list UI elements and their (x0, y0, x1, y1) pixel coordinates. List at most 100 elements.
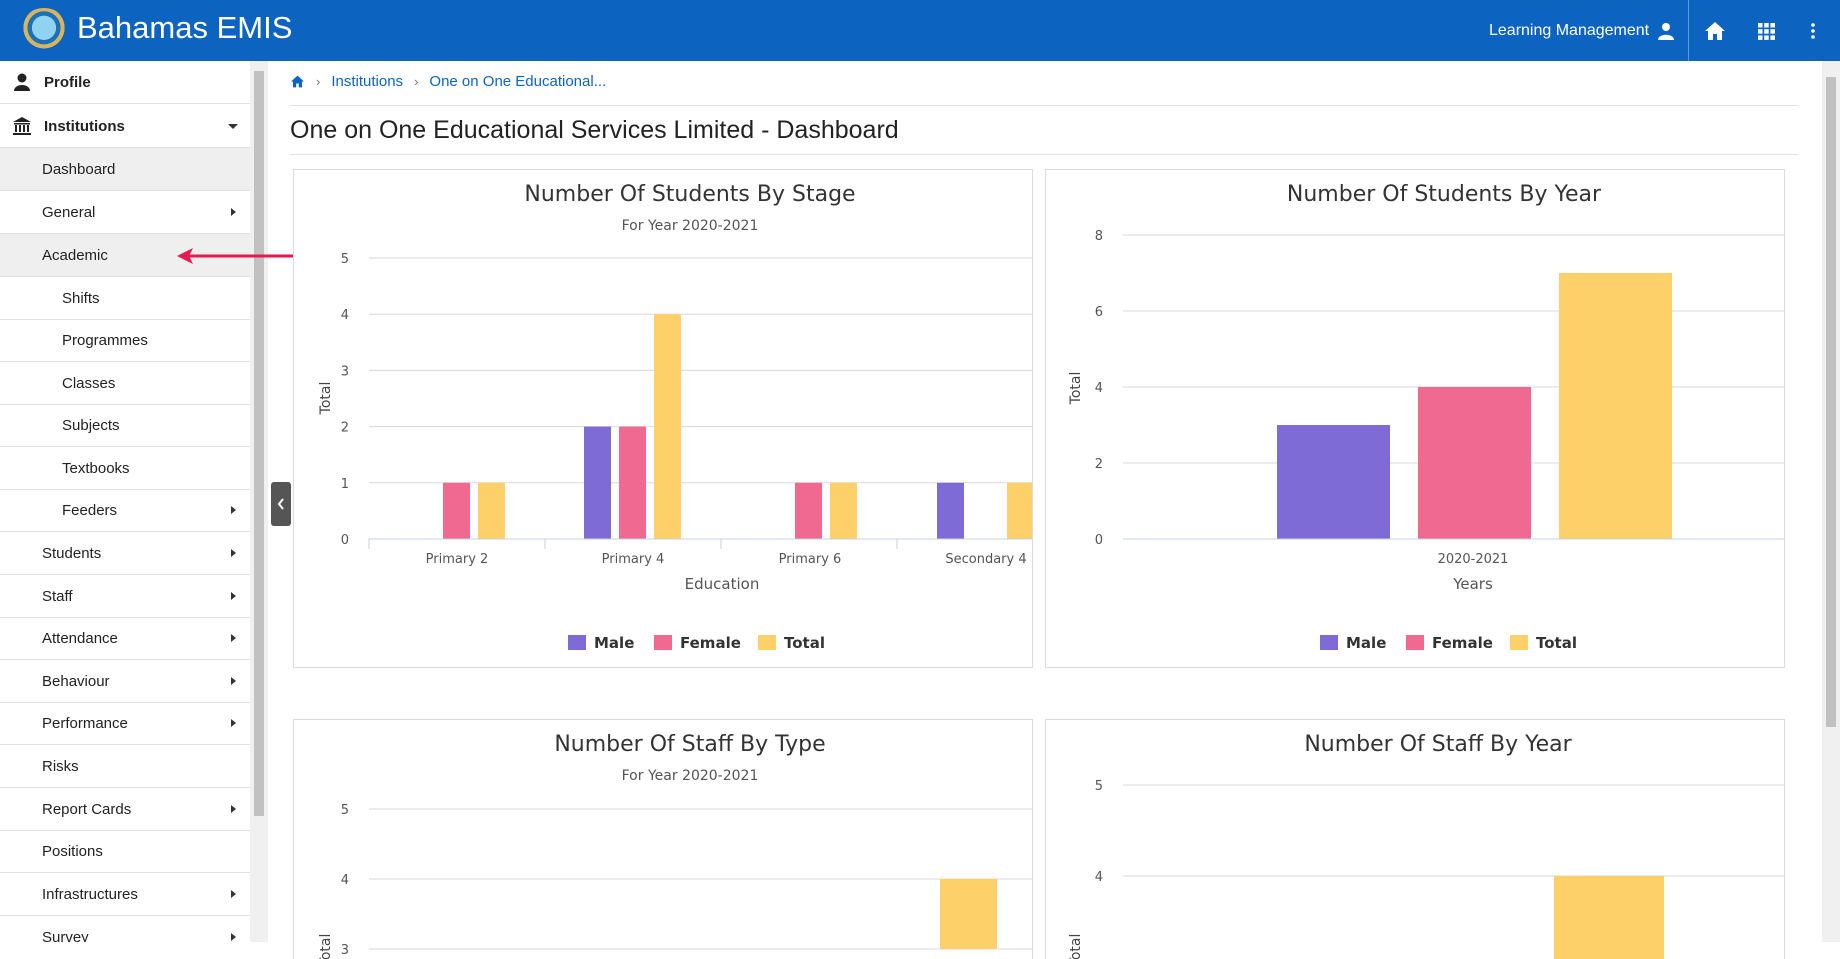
x-tick-label: Primary 6 (779, 552, 842, 567)
more-vertical-icon[interactable] (1796, 14, 1830, 48)
chevron-left-icon (277, 498, 284, 510)
y-tick-label: 4 (1095, 381, 1103, 396)
sidebar-item-subjects[interactable]: Subjects (0, 404, 250, 447)
y-tick-label: 0 (1095, 533, 1103, 548)
y-tick-label: 4 (1095, 870, 1103, 885)
bar-total (1007, 482, 1032, 539)
legend-label-female: Female (680, 634, 741, 652)
chart-students-by-year: Number Of Students By Year 0 2 4 6 8 Total 2020… (1068, 182, 1784, 652)
bar-total (940, 879, 997, 949)
sidebar-item-label: Students (42, 544, 102, 562)
sidebar-item-textbooks[interactable]: Textbooks (0, 447, 250, 490)
chevron-right-icon: › (414, 74, 419, 89)
breadcrumb-link-institutions[interactable]: Institutions (331, 73, 403, 90)
legend-swatch-male (1320, 635, 1338, 650)
breadcrumb-link-institution[interactable]: One on One Educational... (429, 73, 606, 90)
sidebar-item-label: Performance (42, 714, 128, 732)
y-axis-label: Total (1068, 372, 1084, 406)
sidebar-item-attendance[interactable]: Attendance (0, 617, 250, 660)
legend-swatch-total (758, 635, 776, 650)
chart-panel-staff-by-type: Number Of Staff By Type For Year 2020-202… (293, 719, 1033, 959)
sidebar-item-profile[interactable]: Profile (0, 61, 250, 104)
sidebar-item-survey[interactable]: Survey (0, 916, 250, 942)
sidebar-item-dashboard[interactable]: Dashboard (0, 148, 250, 191)
breadcrumb: › Institutions › One on One Educational.… (290, 73, 606, 90)
chart-students-by-stage: Number Of Students By Stage For Year 2020… (318, 182, 1032, 652)
sidebar-collapse-button[interactable] (271, 482, 291, 526)
sidebar-item-shifts[interactable]: Shifts (0, 277, 250, 320)
sidebar-item-label: Programmes (62, 331, 148, 349)
sidebar-item-label: Behaviour (42, 672, 110, 690)
legend-label-total: Total (1536, 634, 1577, 652)
y-tick-label: 4 (341, 308, 349, 323)
sidebar-item-label: Feeders (62, 501, 118, 519)
y-tick-label: 5 (341, 252, 349, 267)
sidebar-item-label: Academic (42, 246, 108, 264)
main-scrollbar[interactable] (1822, 61, 1840, 942)
user-menu-label[interactable]: Learning Management (1489, 22, 1649, 40)
sidebar-item-classes[interactable]: Classes (0, 362, 250, 405)
y-tick-label: 5 (1095, 779, 1103, 794)
chevron-right-icon: › (316, 74, 321, 89)
sidebar-item-label: Subjects (62, 416, 120, 434)
divider (290, 105, 1798, 106)
x-tick-label: Primary 2 (426, 552, 489, 567)
chart-staff-by-year: Number Of Staff By Year345Total (1068, 732, 1784, 959)
divider (290, 154, 1798, 155)
sidebar-item-positions[interactable]: Positions (0, 830, 250, 873)
sidebar-item-label: Shifts (62, 289, 100, 307)
sidebar-scrollbar[interactable] (250, 61, 268, 942)
sidebar-item-programmes[interactable]: Programmes (0, 319, 250, 362)
chevron-right-icon (231, 208, 236, 216)
sidebar-item-label: General (42, 203, 96, 221)
bar-female (443, 482, 470, 539)
x-axis-label: Education (685, 575, 760, 593)
y-axis-label: Total (318, 382, 334, 416)
sidebar-item-label: Risks (42, 757, 79, 775)
home-icon[interactable] (1698, 14, 1732, 48)
y-tick-label: 6 (1095, 305, 1103, 320)
sidebar-item-report-cards[interactable]: Report Cards (0, 788, 250, 831)
bar-female (1418, 387, 1531, 539)
chart-title: Number Of Staff By Type (554, 732, 825, 757)
app-title[interactable]: Bahamas EMIS (77, 10, 292, 46)
logo-icon[interactable] (20, 8, 68, 52)
chevron-right-icon (231, 549, 236, 557)
sidebar-item-infrastructures[interactable]: Infrastructures (0, 873, 250, 916)
main-scroll-thumb[interactable] (1826, 77, 1836, 727)
sidebar-item-label: Dashboard (42, 160, 116, 178)
chevron-right-icon (231, 592, 236, 600)
apps-grid-icon[interactable] (1749, 14, 1783, 48)
home-icon[interactable] (290, 75, 305, 88)
y-tick-label: 5 (341, 803, 349, 818)
bar-total (654, 314, 681, 539)
sidebar-item-performance[interactable]: Performance (0, 702, 250, 745)
bar-male (1277, 425, 1390, 539)
sidebar-item-institutions[interactable]: Institutions (0, 105, 250, 148)
sidebar-item-general[interactable]: General (0, 191, 250, 234)
y-axis-label: Total (318, 934, 334, 959)
x-tick-label: Primary 4 (602, 552, 665, 567)
bar-total (830, 482, 857, 539)
sidebar-item-risks[interactable]: Risks (0, 745, 250, 788)
bar-total (1554, 876, 1664, 959)
sidebar-item-behaviour[interactable]: Behaviour (0, 660, 250, 703)
chart-subtitle: For Year 2020-2021 (622, 768, 759, 784)
header-divider (1688, 0, 1689, 61)
sidebar-item-students[interactable]: Students (0, 532, 250, 575)
bar-male (937, 482, 964, 539)
sidebar-item-feeders[interactable]: Feeders (0, 489, 250, 532)
user-icon[interactable] (1649, 14, 1683, 48)
legend-swatch-female (1406, 635, 1424, 650)
user-icon (14, 73, 30, 91)
bar-female (619, 426, 646, 539)
chevron-right-icon (231, 805, 236, 813)
page-title: One on One Educational Services Limited … (290, 116, 899, 144)
sidebar-item-staff[interactable]: Staff (0, 575, 250, 618)
bar-total (1559, 273, 1672, 539)
legend-label-male: Male (1346, 634, 1386, 652)
sidebar-item-label: Institutions (44, 117, 125, 135)
bar-male (584, 426, 611, 539)
chevron-right-icon (231, 634, 236, 642)
sidebar-scroll-thumb[interactable] (254, 71, 264, 816)
